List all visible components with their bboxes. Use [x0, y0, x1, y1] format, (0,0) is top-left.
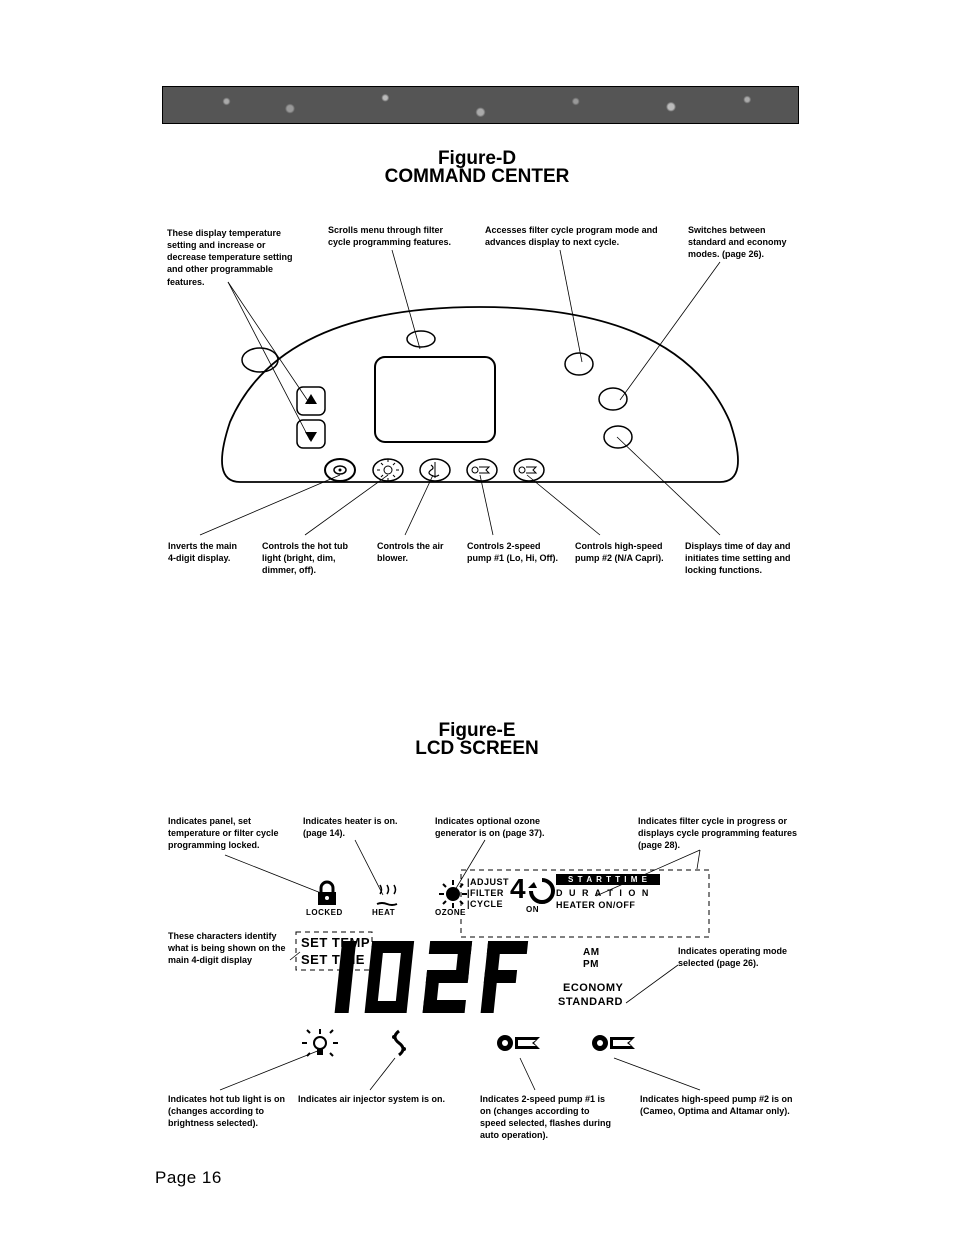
callout-lcd-pump1: Indicates 2-speed pump #1 is on (changes… — [480, 1093, 615, 1142]
page-number: Page 16 — [155, 1168, 222, 1188]
invert-button[interactable] — [325, 459, 355, 481]
ozone-label: OZONE — [435, 908, 466, 917]
filter-label: FILTER — [470, 888, 504, 898]
callout-filter-cycle: Indicates filter cycle in progress or di… — [638, 815, 798, 851]
ozone-icon — [438, 880, 468, 908]
lcd-pump2-icon — [588, 1029, 643, 1057]
heat-icon — [372, 882, 402, 908]
down-icon — [305, 432, 317, 442]
on-label: ON — [526, 905, 539, 914]
locked-label: LOCKED — [306, 908, 343, 917]
pm-label: PM — [583, 959, 599, 970]
callout-heater: Indicates heater is on. (page 14). — [303, 815, 418, 839]
blank-left-button[interactable] — [242, 348, 278, 372]
callout-lcd-air: Indicates air injector system is on. — [298, 1093, 458, 1105]
main-digits — [303, 933, 573, 1023]
adjust-label: ADJUST — [470, 877, 509, 887]
cycle-arrow-icon — [528, 877, 556, 905]
callout-pump2: Controls high-speed pump #2 (N/A Capri). — [575, 540, 670, 564]
figure-d-subtitle: COMMAND CENTER — [0, 166, 954, 188]
callout-chars: These characters identify what is being … — [168, 930, 288, 966]
pump2-button[interactable] — [514, 459, 544, 481]
blower-button[interactable] — [420, 459, 450, 481]
callout-scrolls-menu: Scrolls menu through filter cycle progra… — [328, 224, 463, 248]
command-center-panel — [200, 302, 760, 512]
starttime-label: S T A R T T I M E — [556, 874, 660, 885]
callout-pump1: Controls 2-speed pump #1 (Lo, Hi, Off). — [467, 540, 562, 564]
lcd-screen: LOCKED HEAT OZONE ADJUST FILTER CYCLE | … — [298, 877, 658, 1067]
callout-locked: Indicates panel, set temperature or filt… — [168, 815, 288, 851]
am-label: AM — [583, 947, 600, 958]
callout-ozone: Indicates optional ozone generator is on… — [435, 815, 565, 839]
up-icon — [305, 394, 317, 404]
lcd-air-icon — [384, 1029, 414, 1061]
heateronoff-label: HEATER ON/OFF — [556, 900, 635, 910]
callout-mode: Indicates operating mode selected (page … — [678, 945, 798, 969]
callout-temperature: These display temperature setting and in… — [167, 227, 307, 288]
heat-label: HEAT — [372, 908, 395, 917]
callout-modes: Switches between standard and economy mo… — [688, 224, 798, 260]
callout-invert: Inverts the main 4-digit display. — [168, 540, 238, 564]
callout-time: Displays time of day and initiates time … — [685, 540, 800, 576]
standard-label: STANDARD — [558, 996, 623, 1008]
callout-lcd-pump2: Indicates high-speed pump #2 is on (Came… — [640, 1093, 800, 1117]
callout-light: Controls the hot tub light (bright, dim,… — [262, 540, 362, 576]
mode-button[interactable] — [565, 353, 593, 375]
figure-e-subtitle: LCD SCREEN — [0, 738, 954, 760]
callout-lcd-light: Indicates hot tub light is on (changes a… — [168, 1093, 288, 1129]
time-button[interactable] — [604, 426, 632, 448]
cycle-label: CYCLE — [470, 899, 503, 909]
select-button[interactable] — [407, 331, 435, 347]
callout-filter-program: Accesses filter cycle program mode and a… — [485, 224, 660, 248]
callout-blower: Controls the air blower. — [377, 540, 457, 564]
lock-icon — [312, 880, 342, 908]
lcd-pump1-icon — [493, 1029, 548, 1057]
duration-label: D U R A T I O N — [556, 888, 650, 898]
cycle-number: 4 — [510, 873, 526, 905]
pump1-button[interactable] — [467, 459, 497, 481]
economy-label: ECONOMY — [563, 982, 623, 994]
page: Figure-D COMMAND CENTER These display te… — [0, 0, 954, 1235]
banner-image — [162, 86, 799, 124]
light-button[interactable] — [373, 459, 403, 481]
lcd-light-icon — [302, 1029, 338, 1061]
cycle-button[interactable] — [599, 388, 627, 410]
